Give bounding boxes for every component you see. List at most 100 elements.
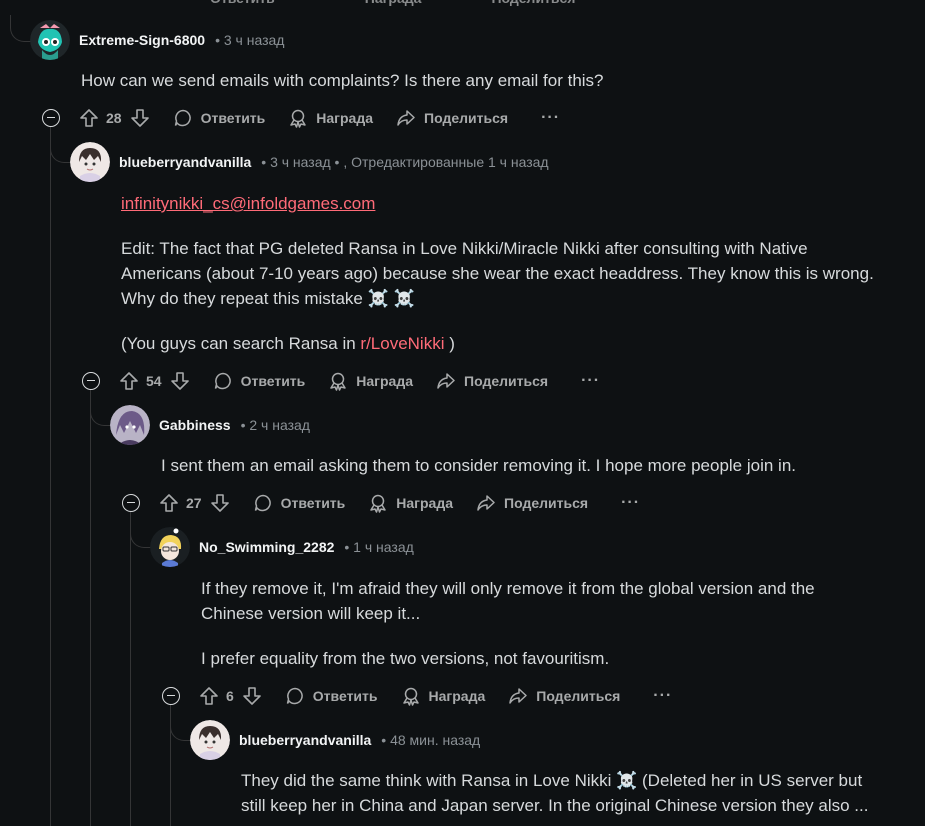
username[interactable]: Gabbiness <box>159 417 231 433</box>
reply-label[interactable]: Ответить <box>210 0 275 6</box>
timestamp: • 2 ч назад <box>240 417 310 433</box>
comment-text-prefix: (You guys can search Ransa in <box>121 334 361 353</box>
award-icon <box>370 494 387 513</box>
collapse-button[interactable] <box>42 109 60 127</box>
username[interactable]: blueberryandvanilla <box>119 154 251 170</box>
share-label: Поделиться <box>504 495 589 511</box>
share-icon <box>437 373 455 389</box>
award-label: Награда <box>396 495 454 511</box>
comment-body: They did the same think with Ransa in Lo… <box>241 768 891 818</box>
comment-text: I prefer equality from the two versions,… <box>201 649 610 668</box>
reply-label: Ответить <box>280 495 346 511</box>
more-options-button[interactable]: ··· <box>653 687 672 705</box>
timestamp: • 3 ч назад <box>215 32 285 48</box>
collapse-button[interactable] <box>162 687 180 705</box>
thread-line <box>50 126 51 826</box>
collapse-button[interactable] <box>82 372 100 390</box>
award-label: Награда <box>428 688 486 704</box>
award-icon <box>290 109 307 128</box>
share-label: Поделиться <box>464 373 549 389</box>
more-options-button[interactable]: ··· <box>541 109 560 127</box>
action-bar: 6 Ответить Награда Поделиться ··· <box>162 684 672 708</box>
reply-button[interactable]: Ответить <box>253 493 346 513</box>
avatar[interactable] <box>30 20 70 60</box>
downvote-icon[interactable] <box>210 493 230 513</box>
thread-line <box>90 389 91 826</box>
share-label: Поделиться <box>536 688 621 704</box>
collapse-button[interactable] <box>122 494 140 512</box>
reply-label: Ответить <box>312 688 378 704</box>
share-button[interactable]: Поделиться <box>508 686 620 706</box>
vote-count: 27 <box>186 495 202 511</box>
share-icon <box>397 110 415 126</box>
username[interactable]: Extreme-Sign-6800 <box>79 32 205 48</box>
comment-text: How can we send emails with complaints? … <box>81 71 604 90</box>
reply-button[interactable]: Ответить <box>285 686 378 706</box>
comment-text: Edit: The fact that PG deleted Ransa in … <box>121 239 874 308</box>
avatar[interactable] <box>70 142 110 182</box>
downvote-icon[interactable] <box>242 686 262 706</box>
reply-label: Ответить <box>200 110 266 126</box>
award-button[interactable]: Награда <box>401 686 486 706</box>
timestamp: • 1 ч назад <box>344 539 414 555</box>
downvote-icon[interactable] <box>130 108 150 128</box>
action-bar: 28 Ответить Награда Поделиться ··· <box>42 106 560 130</box>
action-bar: 54 Ответить Награда Поделиться ··· <box>82 369 600 393</box>
comment-icon <box>174 109 191 127</box>
comment-text: If they remove it, I'm afraid they will … <box>201 579 815 623</box>
comment-header: Extreme-Sign-6800 • 3 ч назад <box>30 20 284 60</box>
vote-count: 6 <box>226 688 234 704</box>
share-label: Поделиться <box>424 110 509 126</box>
share-icon <box>509 688 527 704</box>
action-bar: 27 Ответить Награда Поделиться ··· <box>122 491 640 515</box>
upvote-icon[interactable] <box>79 108 99 128</box>
comment-text: I sent them an email asking them to cons… <box>161 456 797 475</box>
upvote-icon[interactable] <box>199 686 219 706</box>
timestamp: • 48 мин. назад <box>381 732 481 748</box>
username[interactable]: No_Swimming_2282 <box>199 539 334 555</box>
share-button[interactable]: Поделиться <box>396 108 508 128</box>
comment-body: I sent them an email asking them to cons… <box>161 453 901 478</box>
more-options-button[interactable]: ··· <box>621 494 640 512</box>
email-link[interactable]: infinitynikki_cs@infoldgames.com <box>121 194 375 213</box>
award-button[interactable]: Награда <box>328 371 413 391</box>
upvote-icon[interactable] <box>119 371 139 391</box>
more-options-button[interactable]: ··· <box>581 372 600 390</box>
downvote-icon[interactable] <box>170 371 190 391</box>
thread-line <box>130 511 131 826</box>
award-label: Награда <box>356 373 414 389</box>
comment-header: blueberryandvanilla • 3 ч назад • , Отре… <box>70 142 549 182</box>
reply-button[interactable]: Ответить <box>213 371 306 391</box>
share-button[interactable]: Поделиться <box>476 493 588 513</box>
reply-label: Ответить <box>240 373 306 389</box>
comment-text: They did the same think with Ransa in Lo… <box>241 771 869 815</box>
action-bar-cutoff: Ответить Награда Поделиться <box>150 0 575 10</box>
comment-text-suffix: ) <box>444 334 455 353</box>
avatar[interactable] <box>150 527 190 567</box>
comment-body: How can we send emails with complaints? … <box>81 68 901 93</box>
award-icon <box>330 372 347 391</box>
comment-body: infinitynikki_cs@infoldgames.com Edit: T… <box>121 191 891 376</box>
comment-header: No_Swimming_2282 • 1 ч назад <box>150 527 414 567</box>
comment-icon <box>214 372 231 390</box>
subreddit-link[interactable]: r/LoveNikki <box>360 334 444 353</box>
comment-icon <box>286 687 303 705</box>
award-button[interactable]: Награда <box>288 108 373 128</box>
timestamp: • 3 ч назад • , Отредактированные 1 ч на… <box>261 154 549 170</box>
award-icon <box>402 687 419 706</box>
share-label[interactable]: Поделиться <box>491 0 575 6</box>
avatar[interactable] <box>110 405 150 445</box>
username[interactable]: blueberryandvanilla <box>239 732 371 748</box>
upvote-icon[interactable] <box>159 493 179 513</box>
vote-count: 28 <box>106 110 122 126</box>
award-label: Награда <box>316 110 374 126</box>
avatar[interactable] <box>190 720 230 760</box>
comment-body: If they remove it, I'm afraid they will … <box>201 576 881 691</box>
award-label[interactable]: Награда <box>365 0 422 6</box>
comment-header: blueberryandvanilla • 48 мин. назад <box>190 720 480 760</box>
award-button[interactable]: Награда <box>368 493 453 513</box>
share-icon <box>477 495 495 511</box>
vote-count: 54 <box>146 373 162 389</box>
share-button[interactable]: Поделиться <box>436 371 548 391</box>
reply-button[interactable]: Ответить <box>173 108 266 128</box>
